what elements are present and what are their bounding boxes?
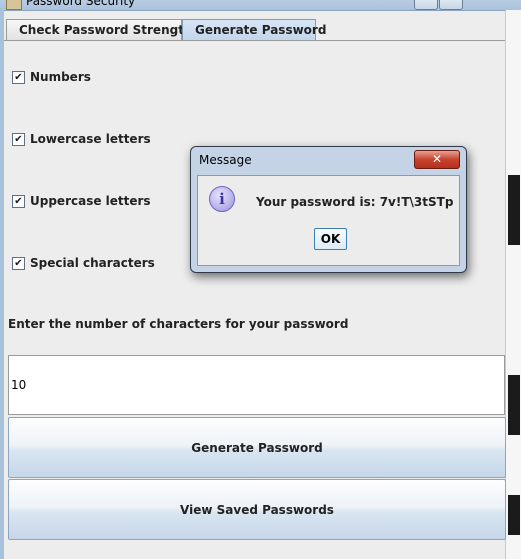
dialog-body: i Your password is: 7v!T\3tSTp OK — [197, 175, 460, 266]
checkbox-lowercase[interactable]: ✔ Lowercase letters — [12, 131, 151, 147]
view-saved-passwords-button[interactable]: View Saved Passwords — [8, 479, 506, 540]
checkbox-box[interactable]: ✔ — [12, 194, 25, 208]
tab-divider — [4, 40, 505, 41]
checkbox-box[interactable]: ✔ — [12, 132, 25, 146]
checkbox-label: Lowercase letters — [30, 132, 151, 146]
close-icon[interactable]: ✕ — [414, 150, 460, 169]
background-window-edge — [505, 10, 521, 559]
app-icon — [6, 0, 22, 10]
checkbox-box[interactable]: ✔ — [12, 256, 25, 270]
info-icon: i — [209, 186, 235, 212]
tab-generate-password[interactable]: Generate Password — [182, 19, 326, 40]
generate-password-button[interactable]: Generate Password — [8, 417, 506, 478]
checkbox-uppercase[interactable]: ✔ Uppercase letters — [12, 193, 151, 209]
maximize-button[interactable] — [439, 0, 463, 10]
length-prompt-label: Enter the number of characters for your … — [8, 317, 349, 331]
password-length-input[interactable] — [8, 355, 505, 415]
dialog-message: Your password is: 7v!T\3tSTp — [256, 195, 454, 209]
checkbox-label: Numbers — [30, 70, 91, 84]
checkbox-label: Uppercase letters — [30, 194, 151, 208]
window-title: Password Security — [26, 0, 136, 8]
minimize-button[interactable] — [414, 0, 438, 10]
tab-check-password-strength[interactable]: Check Password Strength — [6, 19, 192, 40]
checkbox-box[interactable]: ✔ — [12, 70, 25, 84]
dialog-title: Message — [199, 153, 252, 167]
background-fragment — [508, 175, 520, 245]
checkbox-special-characters[interactable]: ✔ Special characters — [12, 255, 155, 271]
background-fragment — [508, 375, 520, 435]
checkbox-numbers[interactable]: ✔ Numbers — [12, 69, 91, 85]
background-fragment — [508, 495, 520, 535]
checkbox-label: Special characters — [30, 256, 155, 270]
window-titlebar: Password Security — [0, 0, 521, 11]
ok-button[interactable]: OK — [314, 228, 347, 250]
window-frame-left — [0, 10, 4, 559]
message-dialog: Message ✕ i Your password is: 7v!T\3tSTp… — [190, 146, 467, 273]
